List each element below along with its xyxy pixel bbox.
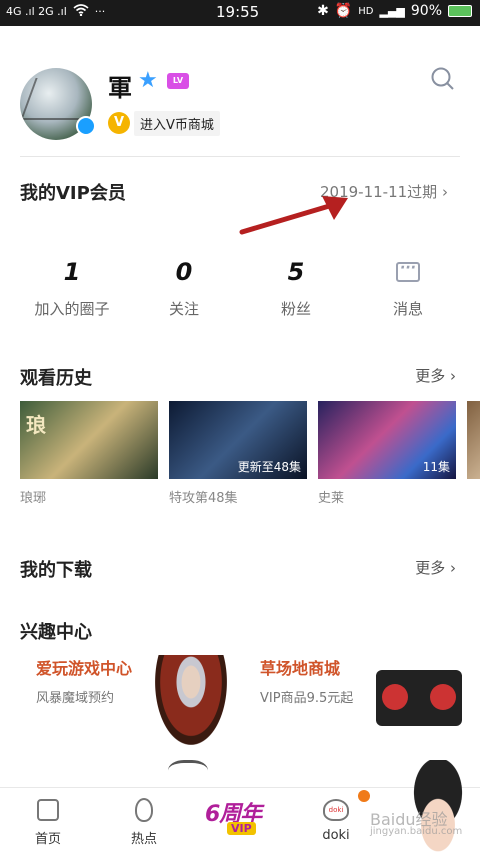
tab-home[interactable]: 首页 [8, 796, 88, 847]
status-right: ✱ ⏰ HD ▂▄▆ 90% [317, 3, 472, 19]
history-item[interactable] [467, 401, 480, 479]
tab-hot[interactable]: 热点 [104, 796, 184, 847]
stat-fans[interactable]: 5 粉丝 [241, 258, 351, 319]
red-arrow-annotation [239, 196, 348, 235]
stat-joined-count: 1 [63, 258, 81, 286]
downloads-title[interactable]: 我的下载 [20, 556, 92, 582]
status-left: 4G .ıl 2G .ıl ··· [6, 4, 105, 19]
watch-history-more[interactable]: 更多 › [415, 365, 456, 386]
battery-icon [448, 5, 472, 17]
history-item[interactable]: 琅 琅琊 [20, 401, 158, 506]
poster-art-icon: 琅 [26, 413, 46, 437]
anniversary-vip-tag: VIP [227, 822, 256, 835]
alarm-icon: ⏰ [334, 3, 353, 19]
history-item-caption: 琅琊 [20, 491, 47, 506]
vip-level-badge: LV [167, 73, 189, 89]
hd-icon: HD [358, 5, 374, 17]
home-icon [37, 799, 59, 821]
watch-history-list: 琅 琅琊 更新至48集 特攻第48集 11集 史莱 [20, 401, 480, 531]
stat-following[interactable]: 0 关注 [129, 258, 239, 319]
game-center-card[interactable]: 爱玩游戏中心 风暴魔域预约 [36, 655, 132, 706]
tab-doki-label: doki [322, 828, 350, 843]
interest-center-title: 兴趣中心 [20, 622, 92, 643]
vcoin-icon: V [108, 112, 130, 134]
history-item[interactable]: 更新至48集 特攻第48集 [169, 401, 307, 506]
game-center-sub: 风暴魔域预约 [36, 691, 115, 706]
username[interactable]: 軍 [108, 68, 132, 103]
stat-messages-label: 消息 [392, 300, 423, 318]
game-character-image[interactable] [155, 655, 227, 745]
status-time: 19:55 [216, 3, 260, 21]
tab-home-label: 首页 [34, 832, 61, 847]
vcoin-store-label: 进入V币商城 [134, 110, 220, 136]
profile-page: 4G .ıl 2G .ıl ··· 19:55 ✱ ⏰ HD ▂▄▆ 90% 軍… [0, 0, 480, 853]
history-item-overlay: 11集 [422, 460, 450, 474]
vip-membership-title[interactable]: 我的VIP会员 [20, 179, 126, 205]
battery-percent: 90% [410, 3, 442, 19]
mall-card[interactable]: 草场地商城 VIP商品9.5元起 [260, 655, 353, 706]
partial-image [168, 760, 208, 786]
notification-dot [358, 790, 370, 802]
avatar-verified-badge [76, 116, 96, 136]
wifi-icon [73, 4, 89, 19]
stat-messages-icon-wrap [353, 258, 463, 288]
tab-doki[interactable]: doki doki [296, 796, 376, 843]
stat-fans-label: 粉丝 [280, 300, 311, 318]
fire-icon [135, 798, 153, 822]
tab-hot-label: 热点 [130, 832, 157, 847]
stat-following-count: 0 [175, 258, 193, 286]
signal-icon: ▂▄▆ [379, 4, 405, 18]
stat-fans-count: 5 [287, 258, 305, 286]
stat-joined-circles[interactable]: 1 加入的圈子 [17, 258, 127, 319]
doki-icon: doki [323, 799, 349, 821]
header-divider [20, 156, 460, 157]
star-level-icon: ★ [138, 68, 158, 93]
mall-sub: VIP商品9.5元起 [260, 691, 354, 706]
vcoin-store-button[interactable]: V 进入V币商城 [108, 110, 220, 136]
signal-text: 4G .ıl 2G .ıl [6, 5, 67, 18]
stat-following-label: 关注 [168, 300, 199, 318]
bluetooth-icon: ✱ [317, 3, 329, 19]
history-item-caption: 特攻第48集 [169, 491, 238, 506]
downloads-more[interactable]: 更多 › [415, 557, 456, 578]
history-item-caption: 史莱 [318, 491, 345, 506]
more-dots: ··· [94, 5, 106, 18]
status-bar: 4G .ıl 2G .ıl ··· 19:55 ✱ ⏰ HD ▂▄▆ 90% [0, 0, 480, 26]
stat-messages[interactable]: 消息 [353, 258, 463, 319]
boombox-image[interactable] [376, 670, 462, 726]
game-center-title: 爱玩游戏中心 [36, 659, 133, 678]
mall-title: 草场地商城 [260, 659, 341, 678]
watch-history-title: 观看历史 [20, 368, 92, 389]
history-item-overlay: 更新至48集 [237, 460, 301, 474]
message-icon [396, 260, 420, 282]
vip-anniversary-button[interactable]: 6周年 VIP [205, 796, 273, 840]
stat-joined-label: 加入的圈子 [34, 300, 110, 318]
search-icon[interactable] [430, 66, 456, 92]
history-item[interactable]: 11集 史莱 [318, 401, 456, 506]
watermark-url: jingyan.baidu.com [370, 826, 463, 837]
